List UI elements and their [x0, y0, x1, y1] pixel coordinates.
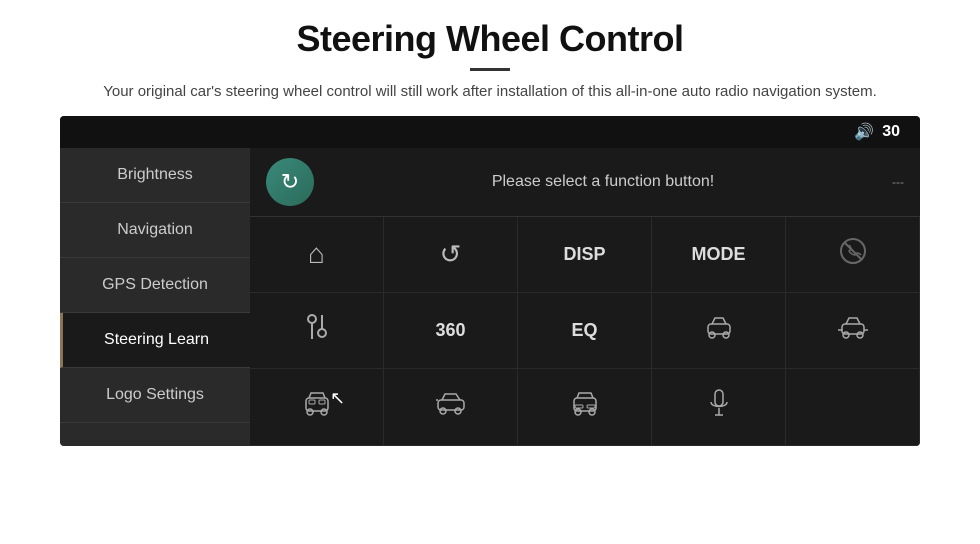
grid-tune[interactable]: [250, 293, 384, 369]
header: Steering Wheel Control Your original car…: [0, 0, 980, 116]
grid-phone-mute[interactable]: [786, 217, 920, 293]
grid-car1[interactable]: [652, 293, 786, 369]
refresh-icon: ↻: [281, 169, 299, 195]
eq-label: EQ: [571, 320, 597, 341]
sidebar-item-gps-detection[interactable]: GPS Detection: [60, 258, 250, 313]
sidebar-item-brightness[interactable]: Brightness: [60, 148, 250, 203]
sidebar: Brightness Navigation GPS Detection Stee…: [60, 148, 250, 446]
function-area: ↻ Please select a function button! --- ⌂…: [250, 148, 920, 446]
car-front-icon: [303, 390, 331, 423]
refresh-button[interactable]: ↻: [266, 158, 314, 206]
grid-back[interactable]: ↺: [384, 217, 518, 293]
grid-empty: [786, 369, 920, 445]
tune-icon: [303, 311, 331, 350]
grid-car2[interactable]: [786, 293, 920, 369]
phone-mute-icon: [839, 237, 867, 271]
grid-mic[interactable]: [652, 369, 786, 445]
grid-car-front[interactable]: [250, 369, 384, 445]
grid-car-side[interactable]: [384, 369, 518, 445]
grid-mode[interactable]: MODE: [652, 217, 786, 293]
sidebar-item-steering-learn[interactable]: Steering Learn: [60, 313, 250, 368]
car-icon-2: [838, 314, 868, 347]
main-content: Brightness Navigation GPS Detection Stee…: [60, 148, 920, 446]
page-wrapper: Steering Wheel Control Your original car…: [0, 0, 980, 446]
function-prompt: Please select a function button!: [334, 173, 872, 191]
car-back-icon: [571, 390, 599, 423]
grid-disp[interactable]: DISP: [518, 217, 652, 293]
sidebar-item-navigation[interactable]: Navigation: [60, 203, 250, 258]
function-grid: ⌂ ↺ DISP MODE: [250, 217, 920, 446]
top-right-indicator: ---: [892, 175, 904, 189]
volume-level: 30: [882, 123, 900, 141]
grid-home[interactable]: ⌂: [250, 217, 384, 293]
360-label: 360: [435, 320, 465, 341]
page-title: Steering Wheel Control: [60, 18, 920, 60]
car-icon-1: [704, 314, 734, 347]
function-top-bar: ↻ Please select a function button! ---: [250, 148, 920, 217]
grid-360[interactable]: 360: [384, 293, 518, 369]
car-side-icon: [436, 390, 466, 423]
top-bar: 🔊 30: [60, 116, 920, 148]
disp-label: DISP: [563, 244, 605, 265]
device-screen: 🔊 30 Brightness Navigation GPS Detection…: [60, 116, 920, 446]
sidebar-item-logo-settings[interactable]: Logo Settings: [60, 368, 250, 423]
title-divider: [470, 68, 510, 71]
volume-icon: 🔊: [854, 122, 874, 142]
grid-eq[interactable]: EQ: [518, 293, 652, 369]
back-icon: ↺: [440, 239, 462, 270]
grid-car-back[interactable]: [518, 369, 652, 445]
mic-icon: [708, 388, 730, 425]
header-description: Your original car's steering wheel contr…: [60, 81, 920, 104]
home-icon: ⌂: [308, 238, 325, 270]
mode-label: MODE: [692, 244, 746, 265]
